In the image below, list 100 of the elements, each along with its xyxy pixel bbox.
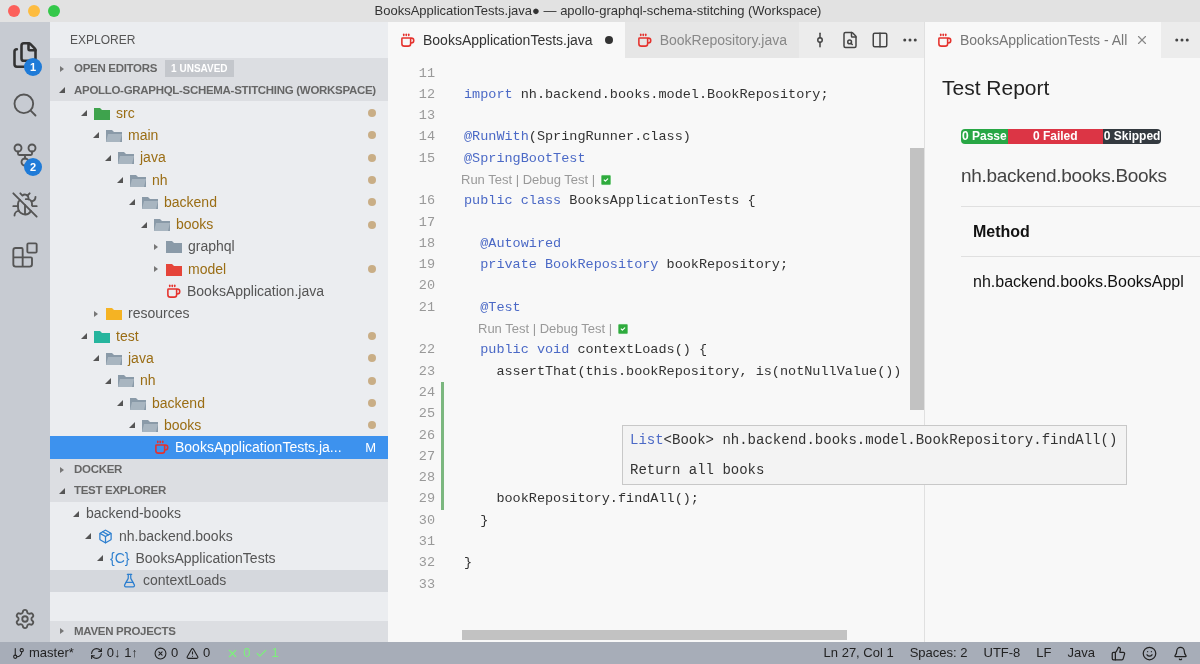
section-header[interactable]: APOLLO-GRAPHQL-SCHEMA-STITCHING (WORKSPACE) (50, 79, 388, 101)
codelens-links[interactable]: Run Test | Debug Test | (461, 170, 596, 190)
tree-item[interactable]: books (50, 213, 388, 236)
caret-icon[interactable] (92, 131, 100, 140)
caret-icon[interactable] (128, 198, 136, 207)
tree-item[interactable]: nh (50, 168, 388, 192)
caret-icon[interactable] (80, 109, 88, 118)
bell-icon[interactable] (1173, 645, 1188, 661)
line-number: 28 (417, 469, 435, 488)
caret-icon[interactable] (80, 332, 88, 341)
class-item[interactable]: {C} BooksApplicationTests (50, 547, 388, 570)
line-number: 13 (417, 107, 435, 126)
search-icon[interactable] (841, 31, 860, 49)
tree-item-label: java (140, 148, 166, 168)
line-number: 21 (417, 298, 435, 317)
tree-item[interactable]: graphql (50, 235, 388, 259)
sync-status[interactable]: 0↓ 1↑ (106, 643, 138, 663)
error-count[interactable]: 0 (170, 643, 179, 663)
section-header[interactable]: TEST EXPLORER (50, 480, 388, 502)
caret-icon[interactable] (92, 354, 100, 363)
caret-icon[interactable] (116, 399, 124, 407)
count-badge: 2 (24, 158, 42, 176)
line-number: 26 (417, 426, 435, 445)
vertical-scrollbar[interactable] (910, 148, 924, 410)
caret-icon[interactable] (152, 242, 160, 251)
tree-item[interactable]: model (50, 258, 388, 281)
line-number: 15 (417, 149, 435, 168)
status-item[interactable]: Ln 27, Col 1 (823, 643, 894, 663)
caret-icon[interactable] (92, 309, 100, 318)
window-title: BooksApplicationTests.java● — apollo-graphql-schema-stitching (Workspace) (373, 2, 823, 21)
project-item[interactable]: backend-books (50, 502, 388, 526)
status-item[interactable]: UTF-8 (983, 643, 1021, 663)
check-icon (599, 173, 614, 188)
horizontal-scrollbar[interactable] (462, 630, 847, 640)
section-header[interactable]: MAVEN PROJECTS (50, 620, 388, 642)
caret-icon[interactable] (104, 376, 112, 385)
smiley-icon[interactable] (1142, 645, 1157, 661)
status-item[interactable]: LF (1036, 643, 1052, 663)
caret-icon[interactable] (104, 153, 112, 162)
caret-icon[interactable] (58, 64, 66, 73)
caret-icon[interactable] (58, 627, 66, 636)
editor-tab[interactable]: BooksApplicationTests - All (925, 22, 1162, 58)
class-icon: {C} (110, 548, 130, 569)
status-item[interactable]: Java (1067, 643, 1095, 663)
folder-icon (106, 351, 122, 365)
line-number: 19 (417, 256, 435, 275)
editor-tab[interactable]: BookRepository.java (624, 22, 800, 58)
line-number: 32 (417, 554, 435, 573)
package-item[interactable]: nh.backend.books (50, 525, 388, 548)
method-item[interactable]: contextLoads (50, 569, 388, 592)
tree-item[interactable]: books (50, 414, 388, 437)
folder-icon (94, 106, 110, 120)
caret-icon[interactable] (152, 265, 160, 274)
folder-icon (94, 329, 110, 343)
caret-icon[interactable] (58, 465, 66, 474)
thumbs-up-icon[interactable] (1111, 645, 1126, 661)
caret-icon[interactable] (72, 509, 80, 518)
folder-icon (118, 374, 134, 388)
caret-icon[interactable] (128, 421, 136, 430)
caret-icon[interactable] (140, 220, 148, 229)
activity-item[interactable]: 1 (0, 30, 50, 80)
tree-item[interactable]: main (50, 124, 388, 147)
tree-item[interactable]: src (50, 102, 388, 125)
tree-item[interactable]: resources (50, 302, 388, 325)
caret-icon[interactable] (116, 176, 124, 185)
codelens-links[interactable]: Run Test | Debug Test | (478, 319, 613, 339)
warning-count[interactable]: 0 (203, 643, 211, 663)
caret-icon[interactable] (58, 487, 66, 495)
tree-item[interactable]: BooksApplication.java (50, 280, 388, 303)
branch-name[interactable]: master* (29, 643, 74, 663)
status-item[interactable]: Spaces: 2 (909, 643, 968, 663)
tree-item[interactable]: backend (50, 391, 388, 415)
folder-icon (154, 218, 170, 232)
line-number: 17 (417, 213, 435, 232)
section-header[interactable]: OPEN EDITORS 1 UNSAVED (50, 58, 388, 80)
folder-icon (118, 151, 134, 165)
tree-item-label: resources (128, 304, 190, 324)
editor-tab[interactable]: BooksApplicationTests.java (388, 22, 625, 58)
tree-item[interactable]: backend (50, 191, 388, 214)
tree-item[interactable]: test (50, 324, 388, 348)
tab-label: BookRepository.java (659, 30, 788, 50)
line-number: 24 (417, 383, 435, 402)
section-header[interactable]: DOCKER (50, 458, 388, 481)
split-editor-icon[interactable] (871, 31, 890, 49)
folder-icon (142, 418, 158, 432)
tree-item[interactable]: nh (50, 369, 388, 392)
caret-icon[interactable] (96, 554, 104, 563)
summary-segment: 0 Skipped (1102, 128, 1162, 144)
package-icon (98, 528, 113, 544)
cup-icon (166, 284, 181, 299)
line-number: 29 (417, 490, 435, 509)
code-line: public void contextLoads() { (479, 341, 708, 360)
caret-icon[interactable] (84, 532, 92, 541)
tree-item[interactable]: java (50, 347, 388, 370)
settings-icon[interactable] (14, 608, 36, 630)
activity-item[interactable]: 2 (0, 130, 50, 180)
tree-item[interactable]: BooksApplicationTests.ja... M (50, 436, 388, 459)
caret-icon[interactable] (58, 86, 66, 95)
tree-item[interactable]: java (50, 146, 388, 169)
code-line: @Autowired (479, 234, 562, 253)
